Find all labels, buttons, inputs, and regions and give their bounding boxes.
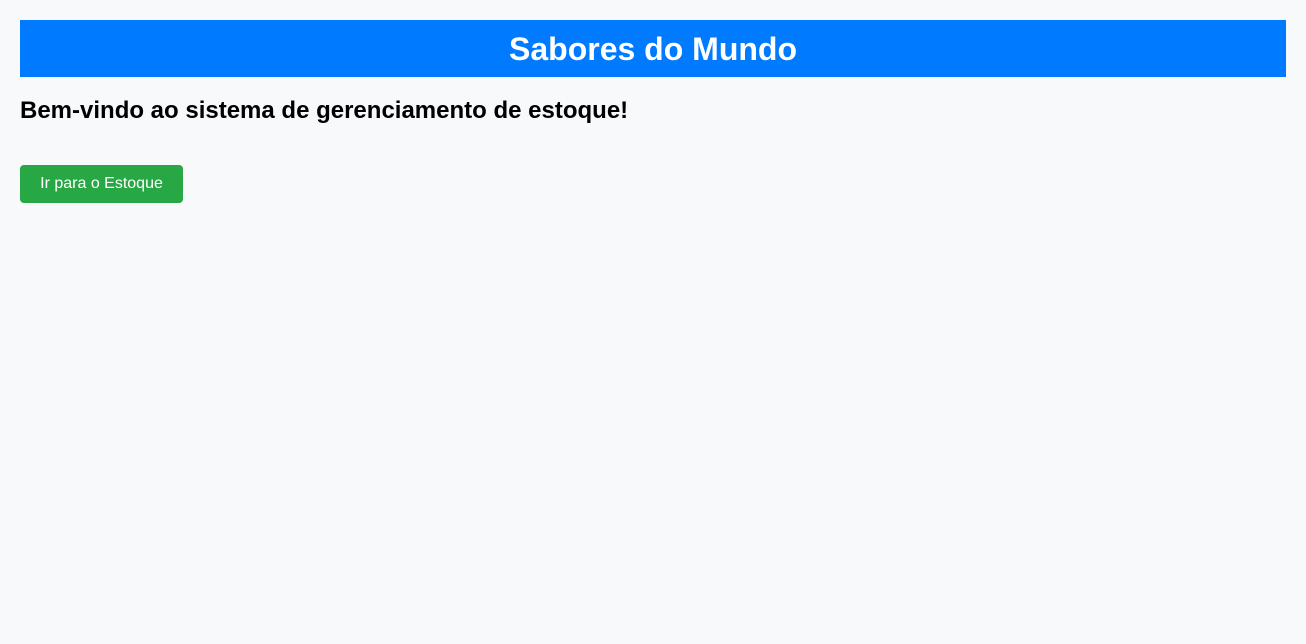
header-bar: Sabores do Mundo [20, 20, 1286, 77]
welcome-heading: Bem-vindo ao sistema de gerenciamento de… [20, 97, 629, 124]
go-to-stock-button[interactable]: Ir para o Estoque [20, 165, 183, 203]
page-title: Sabores do Mundo [509, 30, 797, 67]
page: Sabores do Mundo Bem-vindo ao sistema de… [0, 0, 1306, 644]
